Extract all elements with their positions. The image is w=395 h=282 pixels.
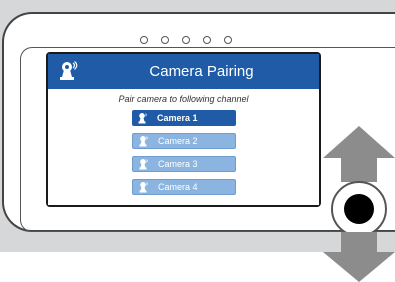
- title-bar: Camera Pairing: [48, 54, 319, 89]
- channel-button-camera-2[interactable]: Camera 2: [132, 133, 236, 149]
- led-indicator: [224, 36, 232, 44]
- page-title: Camera Pairing: [149, 63, 254, 80]
- camera-icon: [138, 113, 147, 124]
- channel-label: Camera 1: [157, 113, 198, 123]
- camera-icon: [139, 159, 148, 170]
- channel-label: Camera 4: [158, 182, 198, 192]
- led-indicator: [203, 36, 211, 44]
- channel-button-camera-1[interactable]: Camera 1: [132, 110, 236, 126]
- led-indicator: [140, 36, 148, 44]
- camera-icon: [139, 182, 148, 193]
- led-indicator: [182, 36, 190, 44]
- up-arrow-icon[interactable]: [323, 126, 395, 182]
- channel-label: Camera 3: [158, 159, 198, 169]
- camera-icon: [139, 136, 148, 147]
- channel-label: Camera 2: [158, 136, 198, 146]
- channel-button-camera-3[interactable]: Camera 3: [132, 156, 236, 172]
- control-knob[interactable]: [331, 181, 387, 237]
- channel-button-camera-4[interactable]: Camera 4: [132, 179, 236, 195]
- knob-button: [344, 194, 374, 224]
- camera-icon: [60, 61, 78, 80]
- display-screen: Camera Pairing Pair camera to following …: [46, 52, 321, 207]
- led-indicator: [161, 36, 169, 44]
- pairing-instruction: Pair camera to following channel: [118, 94, 249, 104]
- lcd-panel: Camera Pairing Pair camera to following …: [48, 54, 319, 205]
- indicator-leds: [140, 36, 232, 44]
- down-arrow-icon[interactable]: [323, 232, 395, 282]
